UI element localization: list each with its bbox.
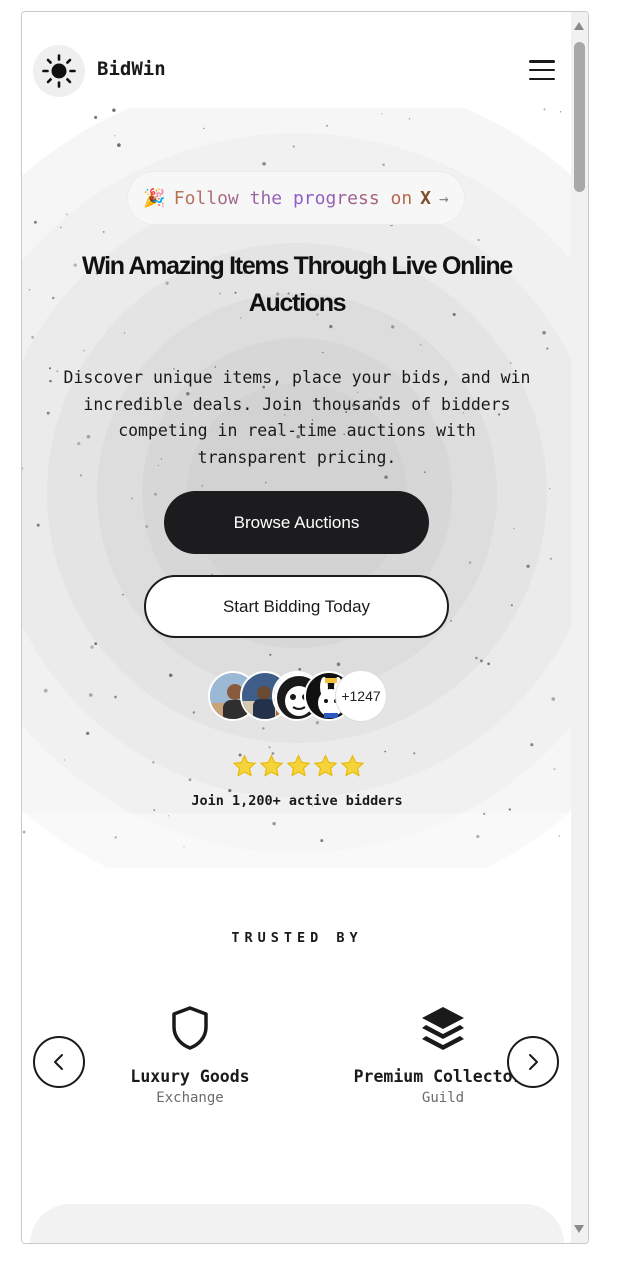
partner-subtitle: Guild — [421, 1090, 465, 1106]
menu-line — [529, 77, 555, 80]
announcement-text: Follow the progress on — [173, 187, 413, 209]
x-label: X — [420, 187, 432, 209]
rating-stars — [231, 753, 366, 779]
sun-icon — [42, 54, 76, 88]
hamburger-menu-icon[interactable] — [527, 58, 557, 82]
menu-line — [529, 60, 555, 63]
arrow-right-icon: → — [439, 188, 449, 208]
star-icon — [232, 754, 257, 777]
next-section-card — [30, 1204, 564, 1243]
star-icon — [340, 754, 365, 777]
shield-icon — [172, 1006, 208, 1050]
layers-icon — [422, 1007, 464, 1050]
partner-subtitle: Exchange — [156, 1090, 224, 1106]
carousel-prev-button[interactable] — [33, 1036, 85, 1088]
star-icon — [259, 754, 284, 777]
avatar-stack: +1247 — [208, 671, 388, 723]
scroll-up-arrow-icon[interactable] — [574, 22, 584, 30]
star-icon — [286, 754, 311, 777]
partner-card: Luxury Goods Exchange — [80, 1005, 300, 1106]
trusted-by-heading: TRUSTED BY — [231, 930, 363, 946]
browse-auctions-button[interactable]: Browse Auctions — [164, 491, 429, 554]
hero-title: Win Amazing Items Through Live Online Au… — [82, 252, 513, 317]
hero-description: Discover unique items, place your bids, … — [63, 368, 531, 467]
party-popper-icon: 🎉 — [143, 187, 166, 209]
site-header: BidWin — [22, 12, 572, 108]
browser-frame: BidWin 🎉 Follow the progress on X → Win … — [21, 11, 589, 1244]
chevron-left-icon — [54, 1054, 63, 1070]
logo[interactable] — [33, 45, 85, 97]
start-bidding-button[interactable]: Start Bidding Today — [144, 575, 449, 638]
page-viewport: BidWin 🎉 Follow the progress on X → Win … — [22, 12, 572, 1243]
scrollbar-thumb[interactable] — [574, 42, 585, 192]
brand-name[interactable]: BidWin — [97, 58, 166, 80]
chevron-right-icon — [529, 1054, 538, 1070]
vertical-scrollbar[interactable] — [571, 12, 588, 1243]
social-proof-text: Join 1,200+ active bidders — [191, 793, 403, 809]
hero-section: 🎉 Follow the progress on X → Win Amazing… — [22, 108, 572, 868]
carousel-next-button[interactable] — [507, 1036, 559, 1088]
announcement-pill[interactable]: 🎉 Follow the progress on X → — [128, 172, 464, 224]
scroll-down-arrow-icon[interactable] — [574, 1225, 584, 1233]
avatar-count-badge: +1247 — [336, 671, 386, 721]
star-icon — [313, 754, 338, 777]
partner-name: Luxury Goods — [130, 1067, 250, 1086]
menu-line — [529, 68, 555, 72]
